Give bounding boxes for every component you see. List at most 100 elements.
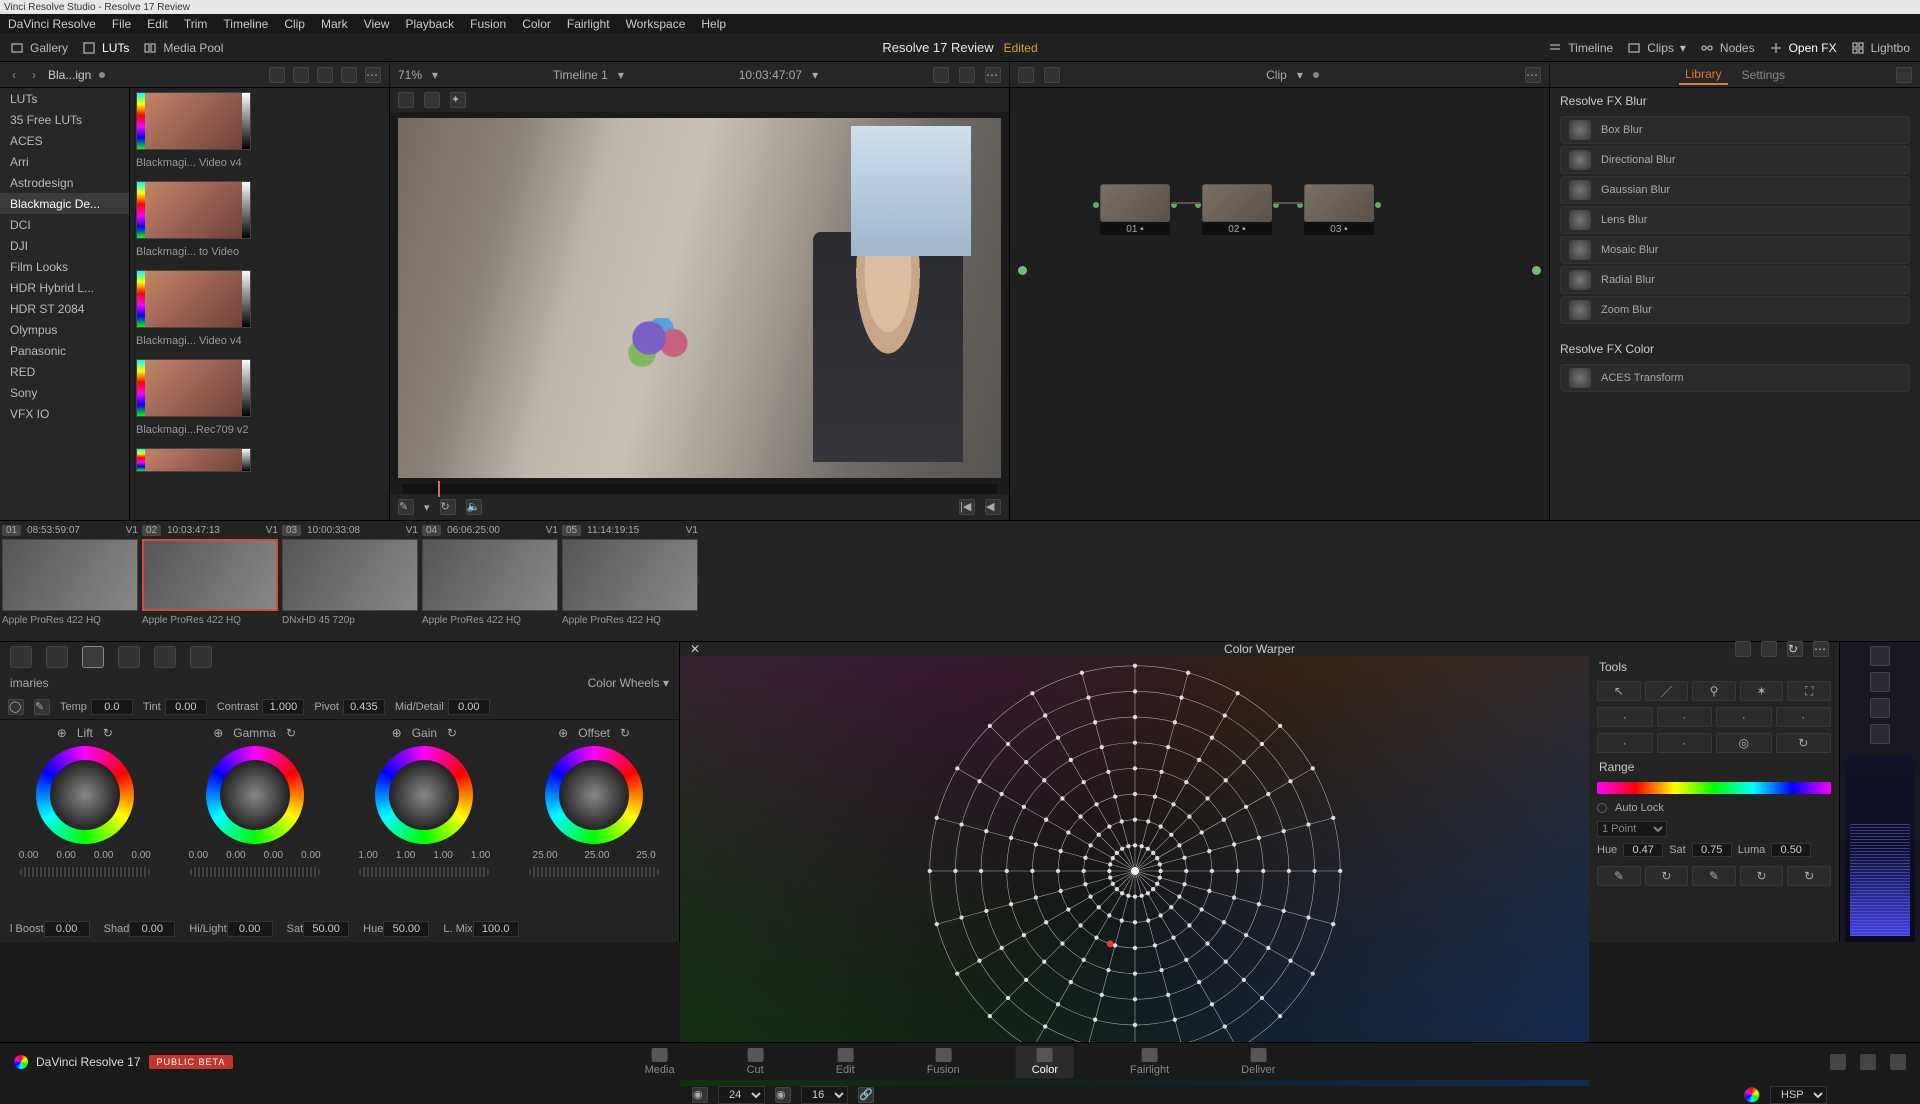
t-hue[interactable] <box>1623 843 1663 857</box>
lut-folder[interactable]: ACES <box>0 130 129 151</box>
wheel-mode-label[interactable]: Color Wheels <box>588 676 660 690</box>
wheel-ring[interactable] <box>375 746 473 844</box>
node-02[interactable]: 02 ▪ <box>1202 184 1272 235</box>
lightbox-button[interactable]: Lightbo <box>1851 41 1910 55</box>
lut-folder[interactable]: Blackmagic De... <box>0 193 129 214</box>
more-button[interactable]: ⋯ <box>365 67 381 83</box>
lut-folder[interactable]: VFX IO <box>0 403 129 424</box>
graph-input-anchor[interactable] <box>1018 266 1027 275</box>
view-list-button[interactable] <box>317 67 333 83</box>
nodes-button[interactable]: Nodes <box>1700 41 1755 55</box>
mode-btn-1[interactable] <box>10 646 32 668</box>
mode-btn-4[interactable] <box>118 646 140 668</box>
lut-breadcrumb[interactable]: Bla...ign <box>48 68 91 82</box>
prev-clip-button[interactable]: |◀ <box>959 499 975 515</box>
fx-item[interactable]: Directional Blur <box>1560 146 1910 174</box>
lut-folder[interactable]: HDR ST 2084 <box>0 298 129 319</box>
auto-balance-icon[interactable]: ◯ <box>8 699 24 715</box>
menu-mark[interactable]: Mark <box>321 17 348 31</box>
tool-b4[interactable]: ↻ <box>1776 733 1832 753</box>
clip-thumb[interactable]: 0310:00:33:08V1DNxHD 45 720p <box>280 521 420 641</box>
target-icon[interactable]: ⊕ <box>57 726 67 740</box>
lut-thumbnail[interactable] <box>136 448 383 475</box>
clip-thumb[interactable]: 0511:14:19:15V1Apple ProRes 422 HQ <box>560 521 700 641</box>
warper-graph[interactable] <box>680 656 1589 1086</box>
t-luma[interactable] <box>1771 843 1811 857</box>
viewer-wand-icon[interactable]: ✦ <box>450 92 466 108</box>
wheel-val[interactable]: 25.00 <box>584 850 609 861</box>
wheel-val[interactable]: 1.00 <box>358 850 377 861</box>
reset-icon[interactable]: ↻ <box>620 726 630 740</box>
fx-item[interactable]: Gaussian Blur <box>1560 176 1910 204</box>
t-eyedrop-2[interactable]: ✎ <box>1692 866 1736 886</box>
colboost-input[interactable] <box>44 921 90 937</box>
lut-folder[interactable]: RED <box>0 361 129 382</box>
hue-input[interactable] <box>383 921 429 937</box>
range-bar[interactable] <box>1597 782 1831 794</box>
timeline-name[interactable]: Timeline 1 <box>553 68 608 82</box>
wheel-val[interactable]: 0.00 <box>189 850 208 861</box>
node-03[interactable]: 03 ▪ <box>1304 184 1374 235</box>
tint-input[interactable] <box>165 699 207 715</box>
viewer-timecode[interactable]: 10:03:47:07 <box>739 68 802 82</box>
menu-help[interactable]: Help <box>701 17 726 31</box>
mediapool-button[interactable]: Media Pool <box>143 41 223 55</box>
fx-item[interactable]: Mosaic Blur <box>1560 236 1910 264</box>
tool-b2[interactable]: · <box>1657 733 1713 753</box>
scope-btn-2[interactable] <box>1870 672 1890 692</box>
lut-thumbnail[interactable]: Blackmagi... to Video <box>136 181 383 258</box>
prefs-button[interactable] <box>1890 1054 1906 1070</box>
warper-scope-icon[interactable] <box>1735 641 1751 657</box>
target-icon[interactable]: ⊕ <box>558 726 568 740</box>
picker-icon2[interactable]: ✎ <box>34 699 50 715</box>
page-fairlight[interactable]: Fairlight <box>1114 1046 1185 1078</box>
page-media[interactable]: Media <box>629 1046 691 1078</box>
hand-tool[interactable] <box>1044 67 1060 83</box>
t-reset-3[interactable]: ↻ <box>1787 866 1831 886</box>
fx-item[interactable]: Radial Blur <box>1560 266 1910 294</box>
page-fusion[interactable]: Fusion <box>911 1046 976 1078</box>
fx-item[interactable]: ACES Transform <box>1560 364 1910 392</box>
sat-res-select[interactable]: 16 <box>801 1086 848 1104</box>
temp-input[interactable] <box>91 699 133 715</box>
menu-fusion[interactable]: Fusion <box>470 17 506 31</box>
openfx-button[interactable]: Open FX <box>1769 41 1837 55</box>
wheel-inner[interactable] <box>220 760 290 830</box>
tool-expand[interactable]: ⛶ <box>1787 681 1831 701</box>
mode-btn-5[interactable] <box>154 646 176 668</box>
reset-icon[interactable]: ↻ <box>103 726 113 740</box>
menu-timeline[interactable]: Timeline <box>223 17 268 31</box>
picker-icon[interactable]: ✎ <box>398 499 414 515</box>
t-reset-2[interactable]: ↻ <box>1740 866 1784 886</box>
wheel-val[interactable]: 25.0 <box>636 850 655 861</box>
page-edit[interactable]: Edit <box>820 1046 871 1078</box>
tool-b1[interactable]: · <box>1597 733 1653 753</box>
lut-folder[interactable]: Arri <box>0 151 129 172</box>
menu-clip[interactable]: Clip <box>284 17 305 31</box>
viewer-mode-1[interactable] <box>398 92 414 108</box>
lut-folder[interactable]: LUTs <box>0 88 129 109</box>
project-settings-button[interactable] <box>1860 1054 1876 1070</box>
mode-btn-6[interactable] <box>190 646 212 668</box>
scope-btn-3[interactable] <box>1870 698 1890 718</box>
tool-pin[interactable]: ⚲ <box>1692 681 1736 701</box>
lut-folder[interactable]: DCI <box>0 214 129 235</box>
graph-output-anchor[interactable] <box>1532 266 1541 275</box>
target-icon[interactable]: ⊕ <box>392 726 402 740</box>
shad-input[interactable] <box>129 921 175 937</box>
play-reverse-button[interactable]: ◀ <box>985 499 1001 515</box>
auto-lock-toggle[interactable]: Auto Lock <box>1597 802 1831 814</box>
warper-more-icon[interactable]: ⋯ <box>1813 641 1829 657</box>
link-icon[interactable]: 🔗 <box>858 1087 874 1103</box>
lut-folder[interactable]: 35 Free LUTs <box>0 109 129 130</box>
clips-button[interactable]: Clips ▾ <box>1627 41 1686 55</box>
warper-reset-icon[interactable]: ↻ <box>1787 641 1803 657</box>
timeline-button[interactable]: Timeline <box>1548 41 1613 55</box>
reset-icon[interactable]: ↻ <box>447 726 457 740</box>
wheel-inner[interactable] <box>50 760 120 830</box>
wheel-val[interactable]: 0.00 <box>301 850 320 861</box>
view-grid-button[interactable] <box>293 67 309 83</box>
clip-thumb[interactable]: 0108:53:59:07V1Apple ProRes 422 HQ <box>0 521 140 641</box>
warper-grid-icon[interactable] <box>1761 641 1777 657</box>
lut-folder[interactable]: HDR Hybrid L... <box>0 277 129 298</box>
